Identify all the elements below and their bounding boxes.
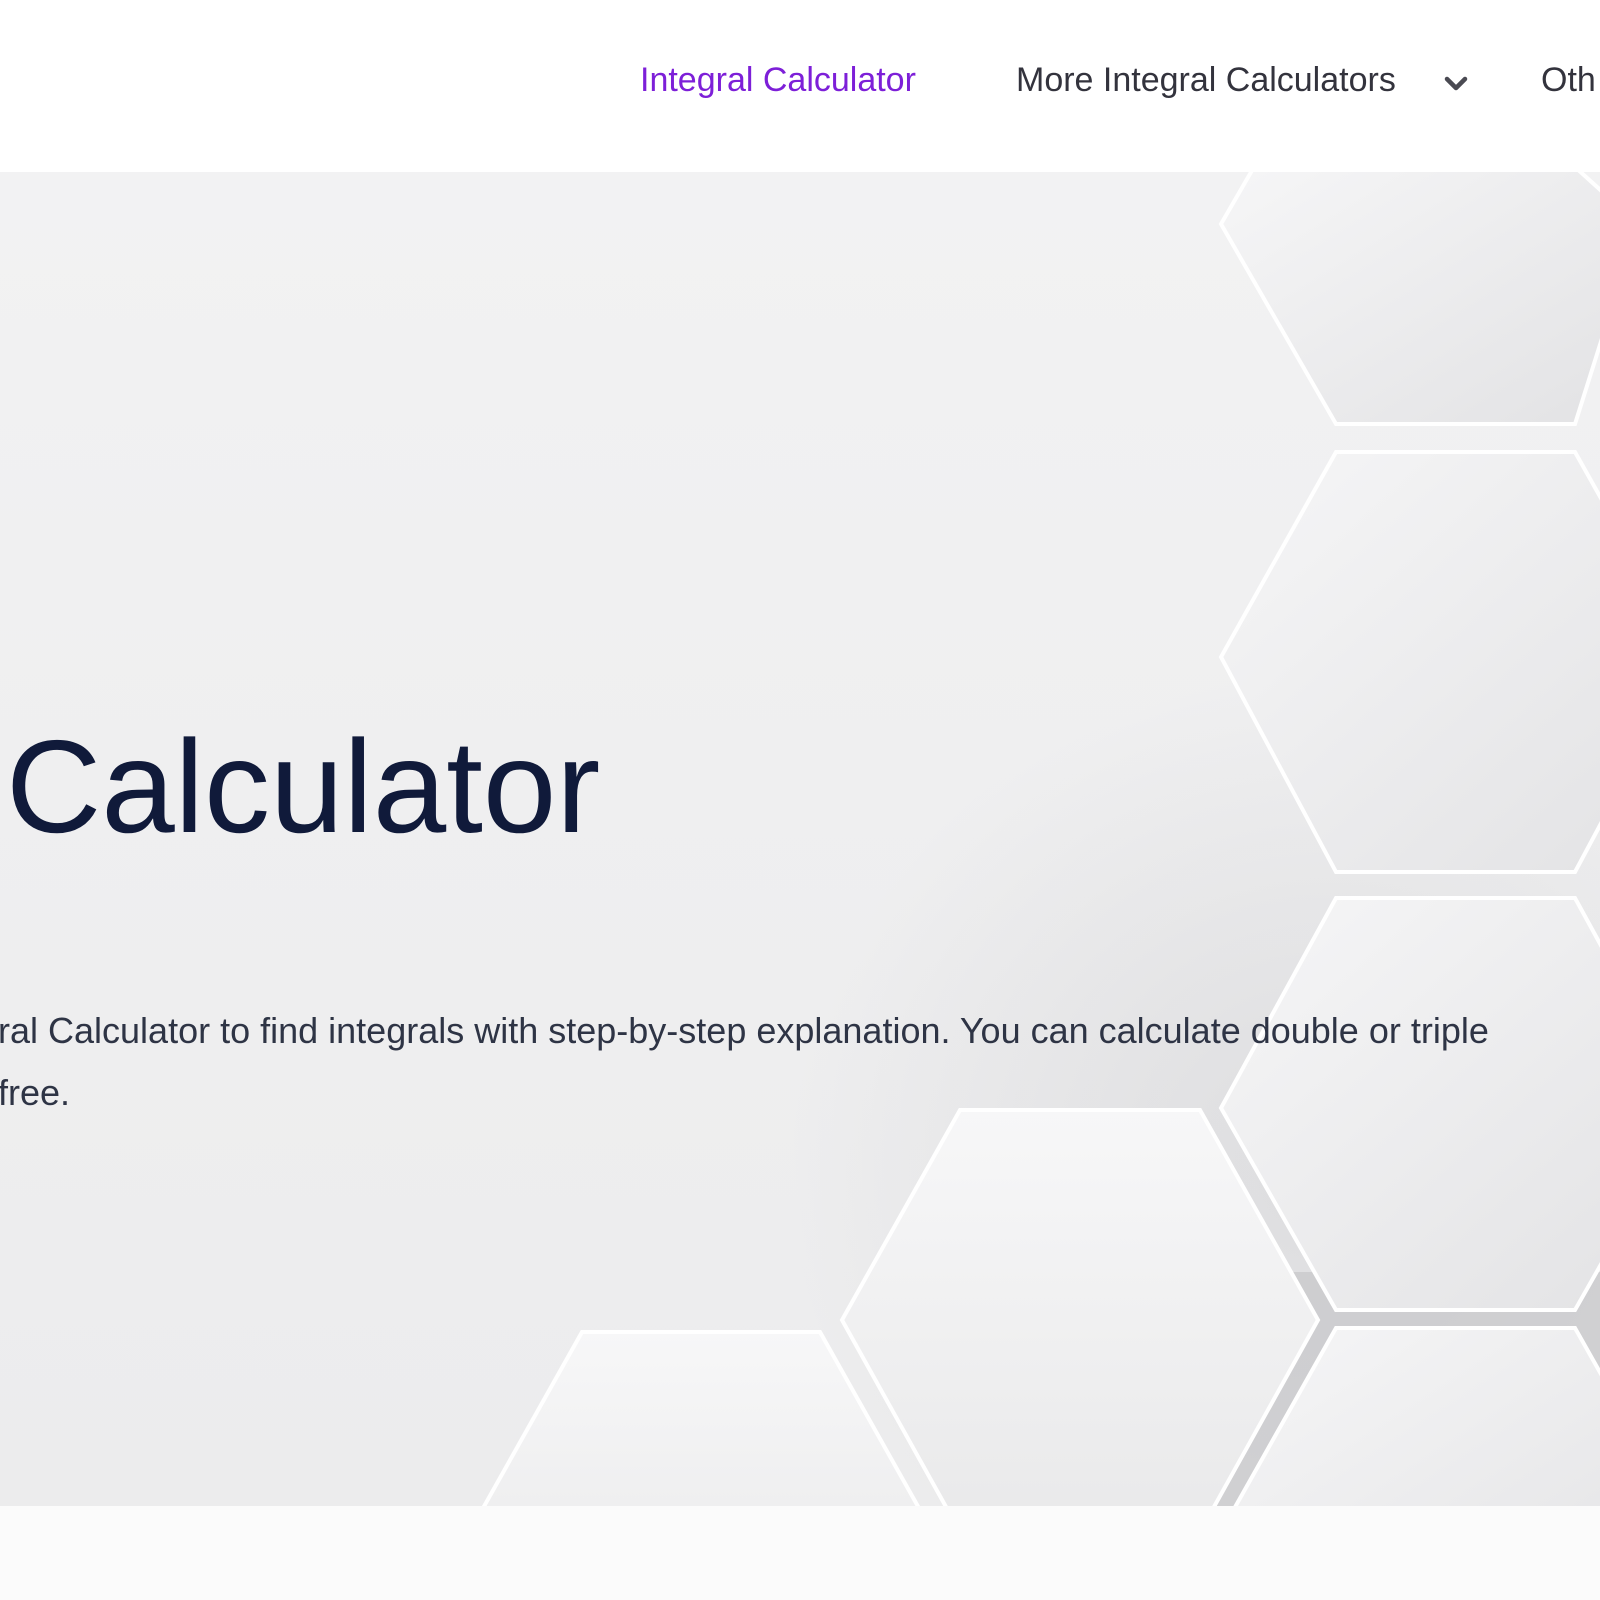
nav-link-other[interactable]: Oth <box>1541 58 1596 102</box>
page: Integral Calculator More Integral Calcul… <box>0 0 1600 1600</box>
page-title: Calculator <box>6 713 601 860</box>
nav-link-more-integral-calculators[interactable]: More Integral Calculators <box>1016 58 1396 102</box>
nav-link-integral-calculator[interactable]: Integral Calculator <box>640 58 916 102</box>
hero-description: ral Calculator to find integrals with st… <box>0 1000 1600 1124</box>
hero-section: Calculator ral Calculator to find integr… <box>0 172 1600 1506</box>
hexagon-shape <box>1218 172 1600 426</box>
content-area <box>0 1506 1600 1600</box>
chevron-down-icon[interactable] <box>1444 76 1468 92</box>
hero-description-line: free. <box>0 1072 71 1113</box>
top-navbar: Integral Calculator More Integral Calcul… <box>0 0 1600 172</box>
hero-description-line: ral Calculator to find integrals with st… <box>0 1010 1489 1051</box>
